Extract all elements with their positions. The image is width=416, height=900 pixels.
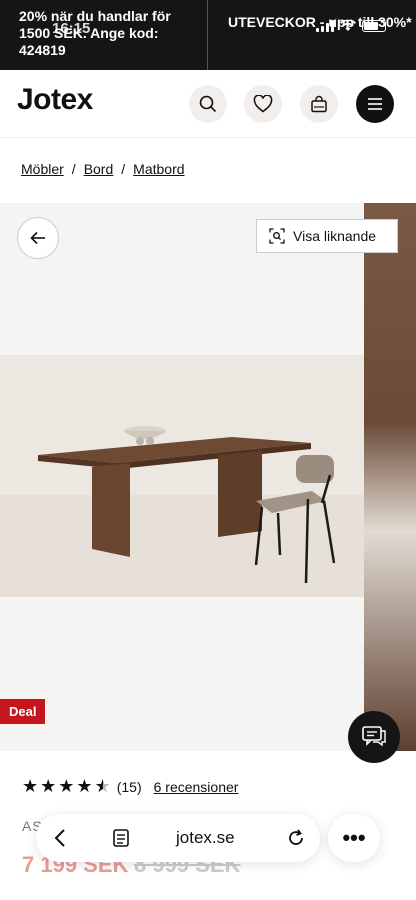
menu-button[interactable] [356, 85, 394, 123]
cart-button[interactable] [300, 85, 338, 123]
star-icon: ★ [40, 776, 57, 796]
wifi-icon [340, 20, 356, 31]
breadcrumb-separator: / [71, 161, 76, 177]
arrow-left-icon [30, 231, 45, 245]
rating-count: (15) [116, 778, 142, 795]
browser-more-button[interactable]: ••• [328, 814, 380, 862]
breadcrumb-separator: / [121, 161, 126, 177]
menu-icon [368, 98, 382, 110]
search-icon [199, 95, 217, 113]
browser-address-bar[interactable]: jotex.se [36, 814, 320, 862]
half-star-icon: ★ [94, 776, 111, 796]
battery-icon [362, 20, 386, 32]
breadcrumb-bord[interactable]: Bord [84, 161, 114, 177]
visual-search-icon [269, 228, 285, 244]
reviews-link[interactable]: 6 recensioner [154, 779, 239, 795]
chat-icon [362, 726, 386, 747]
rating-row: ★ ★ ★ ★ ★ (15) 6 recensioner [22, 776, 238, 797]
wishlist-button[interactable] [244, 85, 282, 123]
bag-icon [311, 95, 327, 113]
star-rating: ★ ★ ★ ★ ★ [22, 776, 111, 797]
promo-banner[interactable]: 20% när du handlar för 1500 SEK. Ange ko… [0, 0, 416, 70]
product-gallery[interactable]: Visa liknande Deal [0, 203, 416, 751]
back-button[interactable] [17, 217, 59, 259]
back-chevron-icon[interactable] [54, 828, 66, 848]
status-time: 16:15 [52, 20, 91, 37]
star-icon: ★ [22, 776, 39, 796]
breadcrumb-mobler[interactable]: Möbler [21, 161, 64, 177]
product-photo [0, 355, 364, 597]
breadcrumb: Möbler / Bord / Matbord [21, 161, 185, 177]
show-similar-button[interactable]: Visa liknande [256, 219, 398, 253]
promo-left-text[interactable]: 20% när du handlar för 1500 SEK. Ange ko… [0, 0, 208, 70]
star-icon: ★ [76, 776, 93, 796]
heart-icon [253, 95, 273, 113]
deal-badge: Deal [0, 699, 46, 724]
promo-right-text[interactable]: UTEVECKOR - upp till 30%* [208, 0, 412, 70]
breadcrumb-matbord[interactable]: Matbord [133, 161, 184, 177]
more-icon: ••• [342, 825, 366, 850]
reload-icon[interactable] [286, 828, 306, 848]
star-icon: ★ [58, 776, 75, 796]
status-icons [316, 20, 386, 32]
site-header: Jotex [0, 70, 416, 138]
reader-icon[interactable] [112, 828, 130, 848]
next-product-image[interactable] [364, 203, 416, 751]
url-text[interactable]: jotex.se [176, 828, 235, 848]
jotex-logo[interactable]: Jotex [17, 83, 93, 117]
show-similar-label: Visa liknande [293, 228, 377, 244]
signal-icon [316, 20, 334, 32]
chat-button[interactable] [348, 711, 400, 763]
search-button[interactable] [189, 85, 227, 123]
product-image[interactable] [0, 203, 364, 751]
